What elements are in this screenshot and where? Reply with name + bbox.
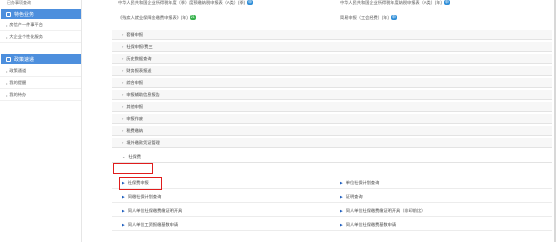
sidebar-item-label: 大企业个性化服务 (9, 34, 43, 39)
sub-item-label: 证明查询 (345, 193, 363, 199)
triangle-right-icon: ▶ (122, 194, 125, 199)
category-row[interactable]: › 综合申报 (112, 78, 552, 88)
sub-item-certificate-query[interactable]: ▶ 证明查询 (340, 190, 363, 203)
chevron-right-icon: › (122, 140, 124, 145)
top-link-disability-fund[interactable]: 《残疾人就业保障金缴费申报表》(年) 21 (118, 15, 196, 21)
category-row[interactable]: › 申报辅助信息报告 (112, 90, 552, 100)
category-label: 申报作废 (126, 115, 144, 121)
sub-item-payment-certificate[interactable]: ▶ 同人单位社保缴费缴证明开具 (122, 204, 182, 217)
link-label: 《残疾人就业保障金缴费申报表》(年) (118, 15, 188, 20)
link-label: 中华人民共和国企业所得税年度（季）度预缴纳税申报表（A类）(季) (118, 0, 246, 5)
chevron-right-icon: › (122, 68, 124, 73)
category-row[interactable]: › 申报作废 (112, 114, 552, 124)
chevron-right-icon: › (122, 104, 124, 109)
sidebar-cut-item[interactable]: 已办事项查询 (7, 0, 77, 5)
sidebar-item-label: 我的待办 (9, 92, 27, 97)
triangle-right-icon: ▶ (340, 208, 343, 213)
sub-item-row: ▶ 同人单位社保缴费缴证明开具 ▶ 同人单位社保缴费缴证明开具（非印前比） (112, 204, 552, 217)
sidebar-item-my-todos[interactable]: • 我的待办 (0, 90, 81, 101)
chevron-right-icon: › (122, 128, 124, 133)
sidebar-item-enterprise-service[interactable]: • 大企业个性化服务 (0, 32, 81, 43)
category-label: 境外缴款凭证管理 (126, 139, 160, 145)
category-label: 综合申报 (126, 79, 144, 85)
sidebar-item-my-reminders[interactable]: • 我的提醒 (0, 78, 81, 89)
link-label: 中华人民共和国企业所得税年度纳税申报表（A类）(年) (340, 0, 442, 5)
count-badge: 21 (189, 15, 196, 21)
status-badge: 申 (390, 15, 397, 21)
link-label: 简易申报（工会经费）(年) (340, 15, 389, 20)
chevron-right-icon: › (122, 56, 124, 61)
sub-item-plan-query-2[interactable]: ▶ 同缴社保计划查询 (122, 190, 161, 203)
category-row[interactable]: › 历史数据查询 (112, 54, 552, 64)
sidebar-item-label: 房信产一件事平台 (9, 22, 43, 27)
grid-icon (6, 56, 11, 62)
category-label: 税费缴纳 (126, 127, 144, 133)
sub-item-row: ▶ 同缴社保计划查询 ▶ 证明查询 (112, 190, 552, 203)
chevron-right-icon: › (122, 92, 124, 97)
sidebar-item-policy-channel[interactable]: • 政策通道 (0, 66, 81, 77)
category-row[interactable]: › 财务报表报送 (112, 66, 552, 76)
sub-item-plan-query[interactable]: ▶ 单位社保计划查询 (340, 176, 379, 189)
category-row[interactable]: › 套餐申报 (112, 30, 552, 40)
bullet-icon: • (6, 92, 8, 98)
highlight-box-declare (119, 177, 162, 190)
triangle-right-icon: ▶ (122, 208, 125, 213)
sidebar-item-property-platform[interactable]: • 房信产一件事平台 (0, 20, 81, 31)
category-label: 申报辅助信息报告 (126, 91, 160, 97)
chevron-right-icon: › (122, 116, 124, 121)
highlight-box-category (113, 163, 153, 174)
triangle-right-icon: ▶ (340, 194, 343, 199)
sub-item-label: 同人单位社保缴费缴证明开具 (127, 207, 183, 213)
chevron-right-icon: › (122, 44, 124, 49)
category-label: 套餐申报 (126, 31, 144, 37)
category-row[interactable]: › 税费缴纳 (112, 126, 552, 136)
sidebar-item-label: 政策通道 (9, 68, 27, 73)
bullet-icon: • (6, 80, 8, 86)
category-label: 历史数据查询 (126, 55, 152, 61)
triangle-right-icon: ▶ (340, 180, 343, 185)
sidebar-section-policy[interactable]: 政策速递 (1, 54, 81, 64)
bullet-icon: • (6, 34, 8, 40)
grid-icon (6, 11, 11, 17)
top-link-corporate-tax-annual[interactable]: 中华人民共和国企业所得税年度纳税申报表（A类）(年) 申 (340, 0, 450, 6)
sub-item-label: 同人单位社保缴费基数申请 (345, 221, 397, 227)
sidebar-section-label: 特色业务 (14, 11, 35, 18)
sub-item-label: 单位社保计划查询 (345, 179, 380, 185)
sidebar: 已办事项查询 特色业务 • 房信产一件事平台 • 大企业个性化服务 政策速递 •… (0, 0, 82, 242)
bullet-icon: • (6, 22, 8, 28)
category-row[interactable]: › 社保申报/费三 (112, 42, 552, 52)
triangle-right-icon: ▶ (122, 222, 125, 227)
category-label: 其他申报 (126, 103, 144, 109)
sub-item-payment-certificate-alt[interactable]: ▶ 同人单位社保缴费缴证明开具（非印前比） (340, 204, 425, 217)
top-link-corporate-tax-quarterly[interactable]: 中华人民共和国企业所得税年度（季）度预缴纳税申报表（A类）(季) 申 (118, 0, 254, 6)
category-label: 社保费 (128, 153, 141, 159)
sub-item-row: ▶ 同人单位工资报缴基数申请 ▶ 同人单位社保缴费基数申请 (112, 218, 552, 231)
status-badge: 申 (443, 0, 450, 6)
top-link-union-fee[interactable]: 简易申报（工会经费）(年) 申 (340, 15, 397, 21)
bullet-icon: • (6, 68, 8, 74)
status-badge: 申 (247, 0, 254, 6)
chevron-right-icon: › (122, 32, 124, 37)
category-label: 社保申报/费三 (126, 43, 153, 49)
category-label: 财务报表报送 (126, 67, 152, 73)
category-row-social-security[interactable]: ⌄ 社保费 (112, 151, 552, 163)
sub-item-label: 同人单位社保缴费缴证明开具（非印前比） (345, 207, 426, 213)
triangle-right-icon: ▶ (340, 222, 343, 227)
sub-item-label: 同人单位工资报缴基数申请 (127, 221, 179, 227)
chevron-right-icon: › (122, 80, 124, 85)
sub-item-label: 同缴社保计划查询 (127, 193, 162, 199)
main-content: 中华人民共和国企业所得税年度（季）度预缴纳税申报表（A类）(季) 申 中华人民共和… (112, 0, 556, 242)
sub-item-row: ▶ 社保费申报 ▶ 单位社保计划查询 (112, 176, 552, 189)
sidebar-section-label: 政策速递 (14, 56, 35, 63)
sub-item-contribution-base-application[interactable]: ▶ 同人单位社保缴费基数申请 (340, 218, 396, 231)
category-row[interactable]: › 境外缴款凭证管理 (112, 138, 552, 148)
sidebar-item-label: 我的提醒 (9, 80, 27, 85)
chevron-down-icon: ⌄ (122, 154, 126, 159)
category-row[interactable]: › 其他申报 (112, 102, 552, 112)
sidebar-section-special-business[interactable]: 特色业务 (1, 9, 81, 19)
sub-item-wage-base-application[interactable]: ▶ 同人单位工资报缴基数申请 (122, 218, 178, 231)
